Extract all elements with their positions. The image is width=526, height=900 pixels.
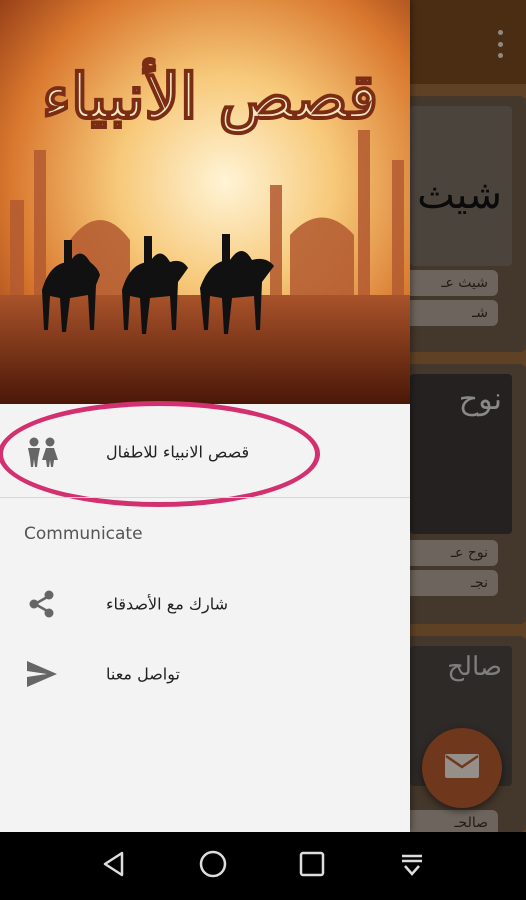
navigation-drawer: قصص الأنبياء قصص الانبياء للاطفال Commun…	[0, 0, 410, 832]
drawer-header-title: قصص الأنبياء	[42, 57, 378, 135]
back-icon	[100, 850, 128, 882]
children-icon	[22, 432, 62, 472]
notification-pull-button[interactable]	[392, 846, 432, 886]
back-button[interactable]	[94, 846, 134, 886]
nav-item-share[interactable]: شارك مع الأصدقاء	[0, 568, 410, 640]
nav-item-label: شارك مع الأصدقاء	[106, 594, 229, 614]
nav-item-label: قصص الانبياء للاطفال	[106, 442, 250, 462]
nav-item-contact-us[interactable]: تواصل معنا	[0, 638, 410, 710]
nav-item-kids-stories[interactable]: قصص الانبياء للاطفال	[0, 416, 410, 488]
notification-pull-icon	[398, 850, 426, 882]
recents-icon	[299, 851, 325, 881]
drawer-divider	[0, 497, 410, 498]
system-navigation-bar	[0, 832, 526, 900]
share-icon	[22, 584, 62, 624]
home-icon	[198, 849, 228, 883]
home-button[interactable]	[193, 846, 233, 886]
recents-button[interactable]	[292, 846, 332, 886]
send-icon	[22, 654, 62, 694]
drawer-header-image: قصص الأنبياء	[0, 0, 410, 404]
nav-item-label: تواصل معنا	[106, 664, 180, 684]
section-header-communicate: Communicate	[24, 524, 143, 544]
